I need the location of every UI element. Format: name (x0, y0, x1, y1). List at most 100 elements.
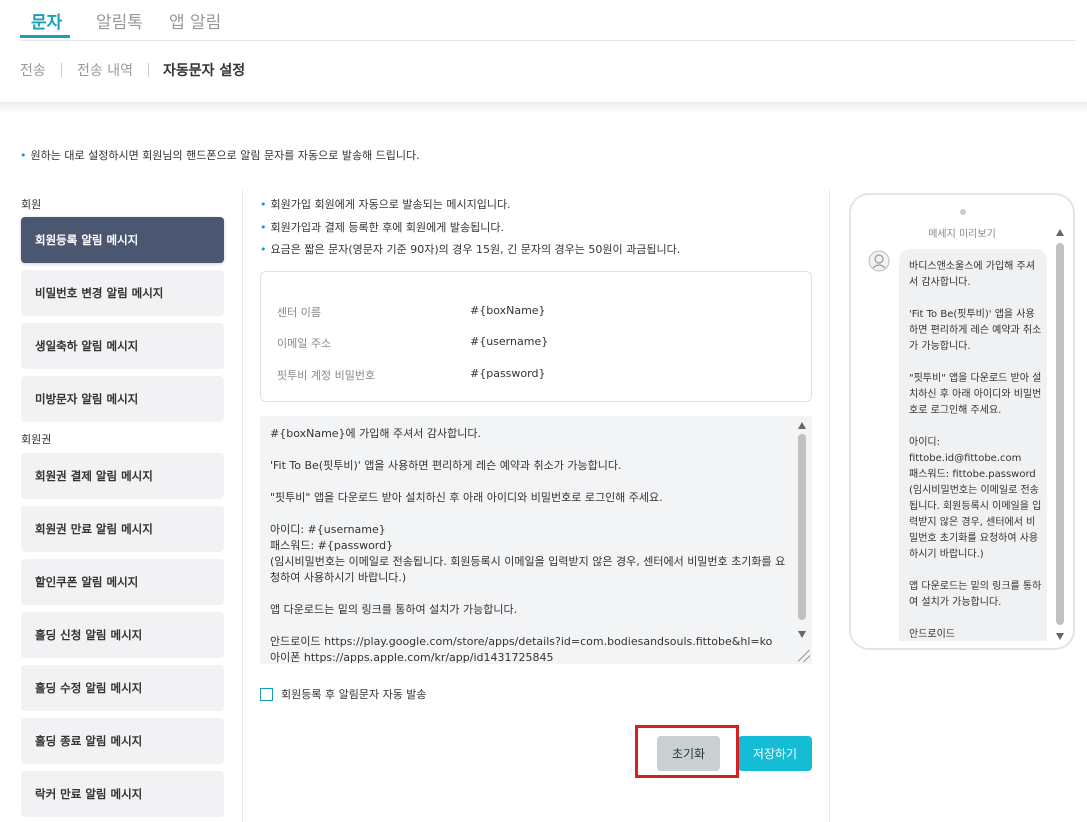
sidebar-item-membership-payment[interactable]: 회원권 결제 알림 메시지 (21, 453, 224, 499)
preview-line: 바디스앤소울스에 가입해 주셔서 감사합니다. (909, 261, 1035, 288)
subtab-send[interactable]: 전송 (20, 60, 46, 80)
bullet-icon: • (260, 243, 267, 256)
save-button[interactable]: 저장하기 (738, 736, 812, 771)
template-line (270, 618, 794, 634)
subtab-separator (61, 63, 62, 77)
template-line: 패스워드: #{password} (270, 539, 394, 552)
scroll-thumb[interactable] (798, 434, 806, 620)
active-tab-indicator (20, 35, 70, 38)
message-preview-phone: 메세지 미리보기 바디스앤소울스에 가입해 주셔서 감사합니다. 'Fit To … (849, 193, 1075, 650)
note-item: • 요금은 짧은 문자(영문자 기준 90자)의 경우 15원, 긴 문자의 경우… (260, 241, 680, 257)
template-line (270, 474, 794, 490)
sidebar-item-birthday[interactable]: 생일축하 알림 메시지 (21, 323, 224, 369)
preview-line: 아이디: (909, 437, 940, 448)
template-line: 아이디: #{username} (270, 523, 386, 536)
sidebar-item-discount-coupon[interactable]: 할인쿠폰 알림 메시지 (21, 559, 224, 605)
subtab-separator (148, 63, 149, 77)
scroll-thumb[interactable] (1056, 243, 1064, 625)
note-item: • 회원가입과 결제 등록한 후에 회원에게 발송됩니다. (260, 219, 504, 235)
scroll-up-icon[interactable] (798, 422, 806, 429)
variable-value[interactable]: #{password} (470, 367, 545, 380)
sub-tab-bar: 전송 전송 내역 자동문자 설정 (0, 60, 600, 84)
group-label-member: 회원 (21, 198, 42, 211)
message-template-textarea[interactable]: #{boxName}에 가입해 주셔서 감사합니다. 'Fit To Be(핏투비… (260, 416, 812, 664)
preview-line (909, 563, 1043, 579)
template-line: (임시비밀번호는 이메일로 전송됩니다. 회원등록시 이메일을 입력받지 않은 … (270, 555, 786, 584)
message-editor: • 회원가입 회원에게 자동으로 발송되는 메시지입니다. • 회원가입과 결제 등… (243, 190, 830, 822)
preview-line: 앱 다운로드는 밑의 링크를 통하여 설치가 가능합니다. (909, 581, 1042, 608)
highlight-annotation (635, 725, 739, 778)
auto-send-checkbox[interactable] (260, 687, 273, 701)
template-line (270, 506, 794, 522)
preview-line: 안드로이드 (909, 629, 955, 640)
tab-divider (20, 40, 1075, 41)
template-text[interactable]: #{boxName}에 가입해 주셔서 감사합니다. 'Fit To Be(핏투비… (270, 426, 794, 664)
preview-line: (임시비밀번호는 이메일로 전송됩니다. 회원등록시 이메일을 입력받지 않은 … (909, 485, 1042, 560)
sidebar-item-holding-request[interactable]: 홀딩 신청 알림 메시지 (21, 612, 224, 658)
subtab-send-history[interactable]: 전송 내역 (77, 60, 133, 80)
sidebar-item-non-visitor[interactable]: 미방문자 알림 메시지 (21, 376, 224, 422)
variable-name: 핏투비 계정 비밀번호 (277, 369, 376, 382)
tab-sms[interactable]: 문자 (31, 8, 62, 33)
bullet-icon: • (20, 149, 27, 162)
template-line: 'Fit To Be(핏투비)' 앱을 사용하면 편리하게 레슨 예약과 취소가… (270, 459, 622, 472)
variable-name: 센터 이름 (277, 306, 321, 319)
template-line: #{boxName}에 가입해 주셔서 감사합니다. (270, 427, 481, 440)
variable-row: 핏투비 계정 비밀번호 #{password} (277, 367, 797, 387)
variable-value[interactable]: #{username} (470, 335, 548, 348)
tab-alimtalk[interactable]: 알림톡 (96, 8, 143, 33)
preview-line (909, 291, 1043, 307)
auto-send-label: 회원등록 후 알림문자 자동 발송 (281, 688, 427, 701)
note-item: • 회원가입 회원에게 자동으로 발송되는 메시지입니다. (260, 196, 511, 212)
sender-avatar-icon (868, 250, 890, 272)
variable-row: 이메일 주소 #{username} (277, 335, 797, 355)
preview-message-text: 바디스앤소울스에 가입해 주셔서 감사합니다. 'Fit To Be(핏투비)' … (909, 259, 1043, 641)
scroll-down-icon[interactable] (1056, 633, 1064, 640)
note-text: 요금은 짧은 문자(영문자 기준 90자)의 경우 15원, 긴 문자의 경우는… (270, 243, 681, 256)
resize-handle-icon[interactable] (798, 650, 810, 662)
sidebar-item-locker-expiry[interactable]: 락커 만료 알림 메시지 (21, 771, 224, 817)
preview-message-bubble: 바디스앤소울스에 가입해 주셔서 감사합니다. 'Fit To Be(핏투비)' … (899, 249, 1047, 641)
preview-line: fittobe.id@fittobe.com (909, 453, 1022, 464)
variable-row: 센터 이름 #{boxName} (277, 304, 797, 324)
sidebar-item-membership-expiry[interactable]: 회원권 만료 알림 메시지 (21, 506, 224, 552)
variable-name: 이메일 주소 (277, 337, 332, 350)
preview-line: 'Fit To Be(핏투비)' 앱을 사용하면 편리하게 레슨 예약과 취소가… (909, 309, 1042, 352)
scroll-up-icon[interactable] (1056, 229, 1064, 236)
preview-scrollbar[interactable] (1054, 227, 1066, 643)
template-line: 아이폰 https://apps.apple.com/kr/app/id1431… (270, 651, 554, 664)
preview-line (909, 611, 1043, 627)
message-type-sidebar: 회원 회원등록 알림 메시지 비밀번호 변경 알림 메시지 생일축하 알림 메시… (0, 190, 243, 822)
info-text: 원하는 대로 설정하시면 회원님의 핸드폰으로 알림 문자를 자동으로 발송해 … (30, 149, 420, 162)
sidebar-item-member-registration[interactable]: 회원등록 알림 메시지 (21, 217, 224, 263)
sidebar-item-holding-end[interactable]: 홀딩 종료 알림 메시지 (21, 718, 224, 764)
variables-box: 센터 이름 #{boxName} 이메일 주소 #{username} 핏투비 … (260, 271, 812, 402)
preview-line: 패스워드: fittobe.password (909, 469, 1036, 480)
top-tab-bar: 문자 알림톡 앱 알림 (0, 0, 1087, 41)
variable-value[interactable]: #{boxName} (470, 304, 546, 317)
sidebar-item-password-change[interactable]: 비밀번호 변경 알림 메시지 (21, 270, 224, 316)
preview-line (909, 419, 1043, 435)
group-label-membership: 회원권 (21, 433, 52, 446)
template-line (270, 586, 794, 602)
preview-line (909, 355, 1043, 371)
auto-send-option[interactable]: 회원등록 후 알림문자 자동 발송 (260, 686, 427, 702)
bullet-icon: • (260, 198, 267, 211)
info-message: • 원하는 대로 설정하시면 회원님의 핸드폰으로 알림 문자를 자동으로 발송해… (20, 147, 420, 163)
bullet-icon: • (260, 221, 267, 234)
template-line: 앱 다운로드는 밑의 링크를 통하여 설치가 가능합니다. (270, 603, 518, 616)
scroll-down-icon[interactable] (798, 631, 806, 638)
template-line: 안드로이드 https://play.google.com/store/apps… (270, 635, 773, 648)
subtab-auto-sms-settings[interactable]: 자동문자 설정 (163, 60, 245, 80)
header-shadow (0, 102, 1087, 114)
tab-app-notification[interactable]: 앱 알림 (169, 8, 221, 33)
template-scrollbar[interactable] (796, 418, 810, 640)
preview-title: 메세지 미리보기 (928, 229, 996, 240)
template-line: "핏투비" 앱을 다운로드 받아 설치하신 후 아래 아이디와 비밀번호로 로그… (270, 491, 663, 504)
template-line (270, 442, 794, 458)
phone-camera (960, 209, 966, 215)
sidebar-item-holding-edit[interactable]: 홀딩 수정 알림 메시지 (21, 665, 224, 711)
preview-line: "핏투비" 앱을 다운로드 받아 설치하신 후 아래 아이디와 비밀번호로 로그… (909, 373, 1042, 416)
note-text: 회원가입과 결제 등록한 후에 회원에게 발송됩니다. (270, 221, 505, 234)
note-text: 회원가입 회원에게 자동으로 발송되는 메시지입니다. (270, 198, 511, 211)
